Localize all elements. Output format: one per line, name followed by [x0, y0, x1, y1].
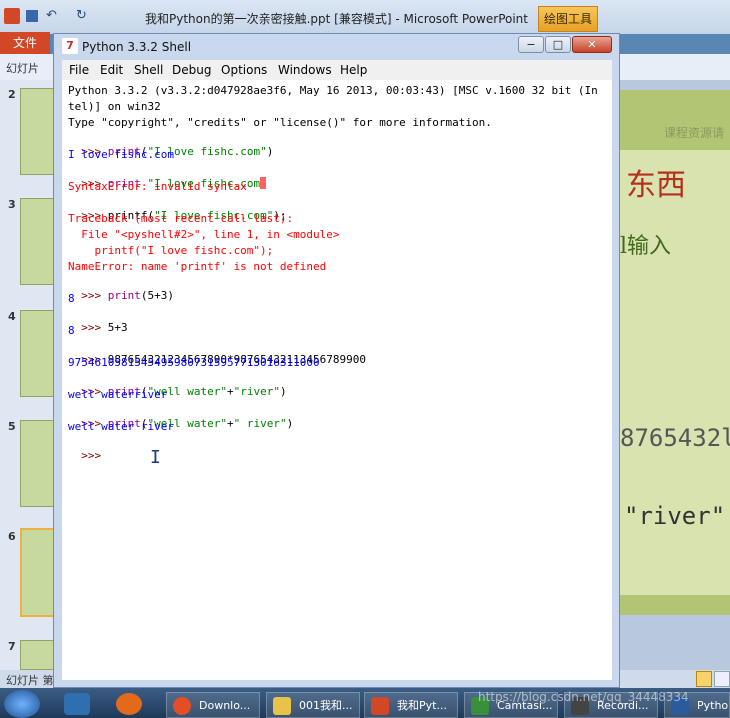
ie-icon[interactable] [64, 693, 90, 715]
slide-thumbnail-selected[interactable] [20, 528, 56, 617]
console-output-line: well water river [68, 420, 174, 433]
console-error-line: SyntaxError: invalid syntax [68, 180, 247, 193]
console-error-line: File "<pyshell#2>", line 1, in <module> [68, 228, 340, 241]
menu-help[interactable]: Help [340, 63, 367, 77]
folder-icon [273, 697, 291, 715]
save-icon[interactable] [26, 10, 38, 22]
taskbar-item[interactable]: 001我和... [266, 692, 360, 718]
menu-options[interactable]: Options [221, 63, 267, 77]
powerpoint-icon[interactable] [4, 8, 20, 24]
file-tab[interactable]: 文件 [0, 32, 50, 54]
slide-thumbnail[interactable] [20, 88, 54, 175]
menu-debug[interactable]: Debug [172, 63, 211, 77]
console-line: Type "copyright", "credits" or "license(… [68, 116, 492, 129]
console-line: Python 3.3.2 (v3.3.2:d047928ae3f6, May 1… [68, 84, 598, 97]
console-output-line: 8 [68, 292, 75, 305]
slide-text-dongxi: 东西 [626, 168, 686, 203]
slide-thumbnail[interactable] [20, 640, 54, 670]
console-output-line: 97546105815454959807315957713016311000 [68, 356, 320, 369]
slide-number: 6 [8, 530, 16, 543]
drawing-tools-tab[interactable]: 绘图工具 [538, 6, 598, 32]
chrome-icon [173, 697, 191, 715]
maximize-button[interactable]: □ [545, 36, 571, 53]
taskbar-item-label: 我和Pyt... [397, 699, 447, 712]
slide-number: 3 [8, 198, 16, 211]
menu-windows[interactable]: Windows [278, 63, 332, 77]
idle-icon: 7 [62, 38, 78, 54]
start-button[interactable] [4, 690, 40, 718]
slide-sorter-icon[interactable] [714, 671, 730, 687]
status-slide-label: 幻灯片 第 [6, 674, 54, 687]
taskbar-item-label: Pytho [697, 699, 729, 712]
console-output-line: I love fishc.com [68, 148, 174, 161]
console-input-line: >>> 5+3 [81, 321, 128, 334]
watermark-url: https://blog.csdn.net/qq_34448334 [478, 690, 689, 704]
console-error-line: Traceback (most recent call last): [68, 212, 294, 225]
redo-icon[interactable]: ↻ [76, 8, 87, 23]
text-cursor-icon: I [150, 447, 161, 468]
slides-label: 幻灯片 [6, 62, 39, 75]
console-error-line: printf("I love fishc.com"); [68, 244, 274, 257]
menu-edit[interactable]: Edit [100, 63, 123, 77]
minimize-button[interactable]: − [518, 36, 544, 53]
menu-shell[interactable]: Shell [134, 63, 163, 77]
console-input-line[interactable]: >>> [68, 436, 108, 462]
taskbar-item-label: Downlo... [199, 699, 251, 712]
slide-thumbnail[interactable] [20, 198, 54, 285]
slide-number: 5 [8, 420, 16, 433]
slide-text-shuru: l输入 [620, 234, 672, 259]
error-marker [260, 177, 267, 189]
powerpoint-icon [371, 697, 389, 715]
menu-file[interactable]: File [69, 63, 89, 77]
taskbar-item[interactable]: 我和Pyt... [364, 692, 458, 718]
slide-text-resources: 课程资源请 [664, 126, 725, 140]
undo-icon[interactable]: ↶ [46, 8, 57, 23]
console-error-line: NameError: name 'printf' is not defined [68, 260, 327, 273]
prompt: >>> [81, 289, 108, 302]
firefox-icon[interactable] [116, 693, 142, 715]
slide-thumbnail[interactable] [20, 310, 54, 397]
shell-window-title: Python 3.3.2 Shell [82, 40, 192, 54]
close-button[interactable]: ✕ [572, 36, 612, 53]
powerpoint-window-title: 我和Python的第一次亲密接触.ppt [兼容模式] - Microsoft … [145, 12, 528, 26]
console-output-line: well waterriver [68, 388, 168, 401]
prompt: >>> [81, 321, 108, 334]
prompt: >>> [81, 449, 108, 462]
normal-view-icon[interactable] [696, 671, 712, 687]
slide-number: 2 [8, 88, 16, 101]
slide-text-river: "river" [624, 502, 726, 530]
taskbar-item[interactable]: Downlo... [166, 692, 260, 718]
slide-number: 7 [8, 640, 16, 653]
console-input-line: >>> print(5+3) [81, 289, 174, 302]
slide-thumbnail[interactable] [20, 420, 54, 507]
console-output-line: 8 [68, 324, 75, 337]
taskbar-item-label: 001我和... [299, 699, 353, 712]
slide-text-number: 8765432l [620, 424, 730, 452]
slide-number: 4 [8, 310, 16, 323]
console-line: tel)] on win32 [68, 100, 161, 113]
